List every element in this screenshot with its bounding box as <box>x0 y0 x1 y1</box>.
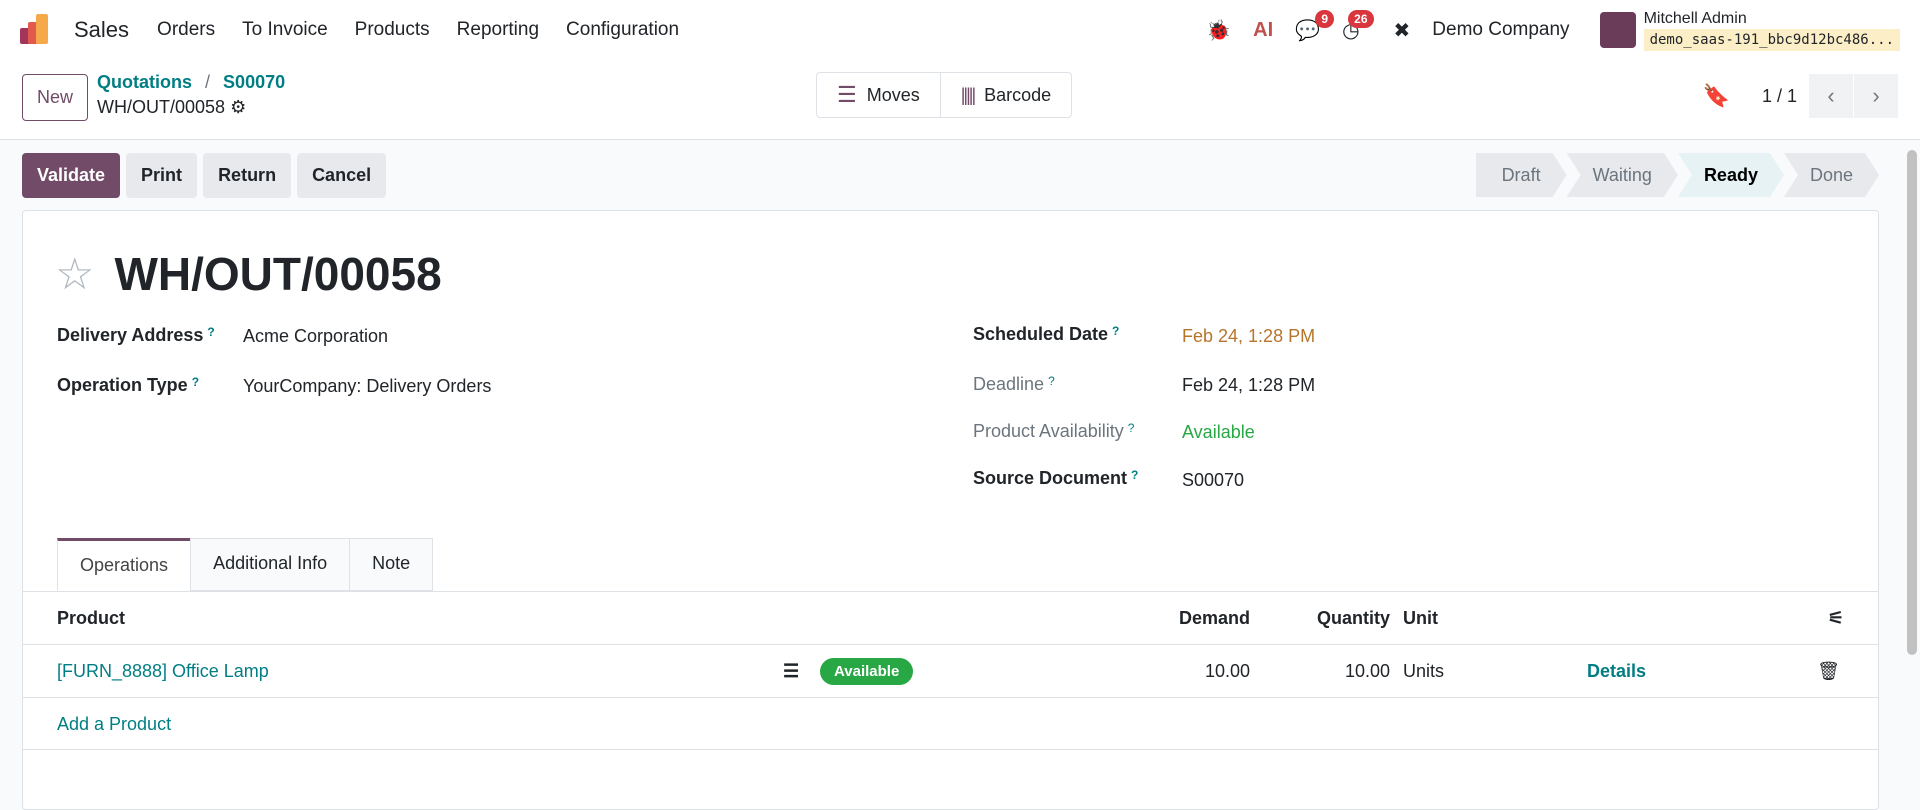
debug-bug-icon[interactable]: 🐞 <box>1206 18 1231 43</box>
menu-orders[interactable]: Orders <box>157 19 215 41</box>
col-unit[interactable]: Unit <box>1403 608 1438 629</box>
column-settings-icon[interactable]: ⚟ <box>1828 608 1844 629</box>
deadline-label: Deadline? <box>973 374 1055 394</box>
details-button[interactable]: Details <box>1587 661 1646 682</box>
menu-lines-icon[interactable]: ☰ <box>783 661 799 682</box>
app-name[interactable]: Sales <box>74 17 129 43</box>
table-row[interactable]: [FURN_8888] Office Lamp ☰ Available 10.0… <box>23 644 1878 697</box>
add-line-row: Add a Product <box>23 697 1878 750</box>
scheduled-date-field[interactable]: Feb 24, 1:28 PM <box>1182 326 1315 347</box>
demand-cell[interactable]: 10.00 <box>1205 661 1250 682</box>
user-menu[interactable]: Mitchell Admin demo_saas-191_bbc9d12bc486… <box>1592 9 1900 51</box>
list-icon: ☰ <box>837 82 857 107</box>
gear-icon[interactable]: ⚙ <box>230 97 246 117</box>
new-button[interactable]: New <box>22 74 89 121</box>
tab-note[interactable]: Note <box>349 538 434 591</box>
menu-reporting[interactable]: Reporting <box>457 19 539 41</box>
availability-badge: Available <box>820 658 914 685</box>
barcode-icon: ||||| <box>960 84 976 105</box>
pager-value[interactable]: 1 / 1 <box>1762 86 1797 107</box>
avatar <box>1599 12 1636 48</box>
breadcrumb: Quotations / S00070 WH/OUT/00058 ⚙ <box>97 72 286 117</box>
col-quantity[interactable]: Quantity <box>1317 608 1390 629</box>
user-name: Mitchell Admin <box>1643 10 1747 27</box>
action-buttons: Validate Print Return Cancel <box>22 153 387 198</box>
menu-products[interactable]: Products <box>355 19 430 41</box>
print-button[interactable]: Print <box>126 153 198 198</box>
record-title: WH/OUT/00058 <box>114 248 442 300</box>
operation-type-field[interactable]: YourCompany: Delivery Orders <box>243 376 491 397</box>
add-product-link[interactable]: Add a Product <box>57 714 171 735</box>
status-waiting[interactable]: Waiting <box>1567 153 1678 197</box>
col-demand[interactable]: Demand <box>1179 608 1250 629</box>
current-record: WH/OUT/00058 <box>97 97 226 117</box>
top-navbar: Sales Orders To Invoice Products Reporti… <box>0 0 1920 60</box>
operation-type-label: Operation Type? <box>57 375 200 395</box>
smart-buttons: ☰ Moves ||||| Barcode <box>816 72 1073 118</box>
moves-button[interactable]: ☰ Moves <box>817 73 940 117</box>
validate-button[interactable]: Validate <box>22 153 121 198</box>
unit-cell[interactable]: Units <box>1403 661 1444 682</box>
activities-clock-icon[interactable]: ◷ 26 <box>1342 9 1374 43</box>
barcode-label: Barcode <box>984 84 1052 105</box>
company-switcher[interactable]: Demo Company <box>1432 19 1569 41</box>
ai-icon[interactable]: AI <box>1253 19 1273 42</box>
cancel-button[interactable]: Cancel <box>297 153 387 198</box>
breadcrumb-s00070[interactable]: S00070 <box>223 72 285 92</box>
source-document-label: Source Document? <box>973 468 1139 488</box>
pager: 🔖 1 / 1 ‹ › <box>1703 74 1898 118</box>
messages-icon[interactable]: 💬 9 <box>1295 9 1335 43</box>
pager-next[interactable]: › <box>1854 74 1898 118</box>
breadcrumb-quotations[interactable]: Quotations <box>97 72 192 92</box>
deadline-field[interactable]: Feb 24, 1:28 PM <box>1182 375 1315 396</box>
delivery-address-label: Delivery Address? <box>57 325 215 345</box>
tab-additional-info[interactable]: Additional Info <box>190 538 351 591</box>
col-product[interactable]: Product <box>57 608 125 629</box>
status-bar: Draft Waiting Ready Done <box>1476 153 1879 197</box>
database-name: demo_saas-191_bbc9d12bc486... <box>1643 29 1900 51</box>
control-panel: New Quotations / S00070 WH/OUT/00058 ⚙ ☰… <box>0 60 1920 140</box>
app-logo-icon[interactable] <box>20 14 52 46</box>
bookmark-icon[interactable]: 🔖 <box>1703 83 1730 109</box>
availability-field: Available <box>1182 422 1255 442</box>
return-button[interactable]: Return <box>203 153 292 198</box>
product-cell[interactable]: [FURN_8888] Office Lamp <box>57 661 269 682</box>
availability-label: Product Availability? <box>973 421 1135 441</box>
status-ready[interactable]: Ready <box>1678 153 1784 197</box>
moves-label: Moves <box>866 84 920 105</box>
tools-icon[interactable]: ✖ <box>1394 18 1411 43</box>
notebook-tabs: Operations Additional Info Note <box>57 538 434 591</box>
scheduled-date-label: Scheduled Date? <box>973 324 1120 344</box>
barcode-button[interactable]: ||||| Barcode <box>939 73 1071 117</box>
pager-previous[interactable]: ‹ <box>1809 74 1853 118</box>
operations-table: Product Demand Quantity Unit ⚟ [FURN_888… <box>23 591 1878 750</box>
menu-configuration[interactable]: Configuration <box>566 19 679 41</box>
star-icon[interactable]: ☆ <box>55 249 94 300</box>
quantity-cell[interactable]: 10.00 <box>1345 661 1390 682</box>
menu-to-invoice[interactable]: To Invoice <box>242 19 328 41</box>
status-done[interactable]: Done <box>1784 153 1879 197</box>
tab-operations[interactable]: Operations <box>57 538 192 591</box>
table-header: Product Demand Quantity Unit ⚟ <box>23 591 1878 644</box>
status-draft[interactable]: Draft <box>1476 153 1567 197</box>
messages-badge: 9 <box>1315 9 1335 28</box>
scrollbar[interactable] <box>1907 150 1917 655</box>
source-document-field[interactable]: S00070 <box>1182 470 1244 491</box>
activities-badge: 26 <box>1348 9 1374 28</box>
delivery-address-field[interactable]: Acme Corporation <box>243 326 388 347</box>
form-sheet: ☆ WH/OUT/00058 Delivery Address? Acme Cor… <box>22 210 1879 810</box>
trash-icon[interactable]: 🗑 <box>1817 661 1840 682</box>
